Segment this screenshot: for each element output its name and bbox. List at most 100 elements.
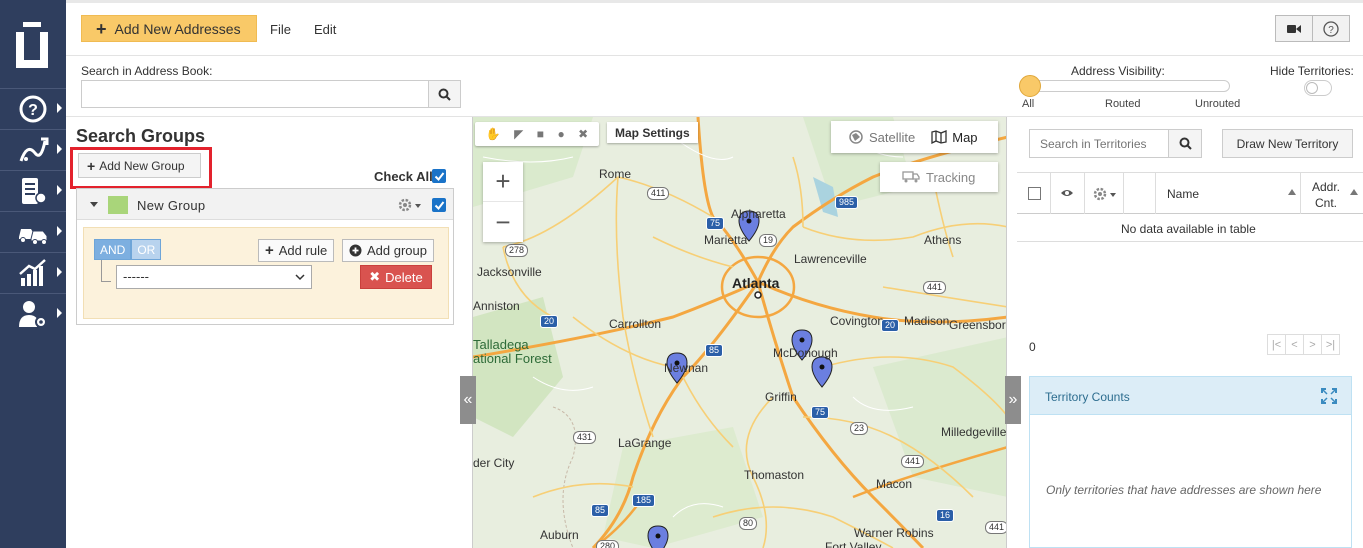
collapse-left-panel-button[interactable]: « xyxy=(460,376,476,424)
place-label: Greensboro xyxy=(949,318,1007,332)
territory-counts-note: Only territories that have addresses are… xyxy=(1046,483,1322,497)
menu-edit[interactable]: Edit xyxy=(314,22,336,37)
map-settings-button[interactable]: Map Settings xyxy=(607,122,698,143)
place-label: Carrollton xyxy=(609,317,662,331)
satellite-option[interactable]: Satellite xyxy=(869,130,915,145)
plus-circle-icon xyxy=(349,244,362,257)
place-label: Thomaston xyxy=(744,468,805,482)
map-pin[interactable] xyxy=(647,525,669,548)
collapse-right-panel-button[interactable]: » xyxy=(1005,376,1021,424)
zoom-out-button[interactable]: − xyxy=(483,202,523,242)
group-checkbox[interactable] xyxy=(432,198,446,212)
visibility-tick-unrouted[interactable]: Unrouted xyxy=(1195,98,1240,110)
satellite-globe-icon xyxy=(849,130,863,144)
column-addr-line2: Cnt. xyxy=(1315,196,1338,210)
address-search-button[interactable] xyxy=(428,80,461,108)
place-label: Anniston xyxy=(473,299,520,313)
nav-help[interactable]: ? xyxy=(0,90,66,128)
page-next-button[interactable]: > xyxy=(1303,334,1322,355)
route-shield: 280 xyxy=(596,540,620,548)
nav-routes[interactable] xyxy=(0,131,66,169)
polygon-tool-icon[interactable]: ◤ xyxy=(514,127,523,141)
visibility-slider-handle[interactable] xyxy=(1019,75,1041,97)
check-all-checkbox[interactable] xyxy=(432,169,446,183)
chevron-down-icon xyxy=(295,274,305,281)
add-new-addresses-label: Add New Addresses xyxy=(114,20,241,37)
circle-tool-icon[interactable]: ● xyxy=(557,127,564,141)
zoom-control: + − xyxy=(483,162,523,242)
truck-icon xyxy=(902,171,920,183)
search-icon xyxy=(1179,137,1192,150)
page-prev-button[interactable]: < xyxy=(1285,334,1304,355)
plus-icon: + xyxy=(265,242,274,259)
place-label: Marietta xyxy=(704,233,748,247)
toggle-knob xyxy=(1306,82,1318,94)
nav-fleet[interactable] xyxy=(0,213,66,251)
clear-tool-icon[interactable]: ✖ xyxy=(578,127,588,141)
delete-rule-button[interactable]: ✖ Delete xyxy=(360,265,432,289)
draw-new-territory-button[interactable]: Draw New Territory xyxy=(1222,129,1353,158)
place-label: Madison xyxy=(904,314,950,328)
place-label: Covington xyxy=(830,314,885,328)
nav-user-settings[interactable] xyxy=(0,295,66,333)
rectangle-tool-icon[interactable]: ■ xyxy=(537,127,544,141)
expand-icon[interactable] xyxy=(1321,388,1337,404)
user-gear-icon xyxy=(19,301,47,328)
zoom-in-button[interactable]: + xyxy=(483,162,523,202)
territory-search-input[interactable] xyxy=(1029,129,1169,158)
map-option[interactable]: Map xyxy=(952,130,977,145)
route-shield: 441 xyxy=(923,281,947,294)
territory-search-button[interactable] xyxy=(1168,129,1202,158)
search-group-header: New Group xyxy=(77,189,453,220)
hand-pan-icon[interactable]: ✋ xyxy=(486,127,501,141)
add-new-addresses-button[interactable]: + Add New Addresses xyxy=(81,15,257,42)
tracking-button[interactable]: Tracking xyxy=(880,162,998,192)
select-all-checkbox[interactable] xyxy=(1028,187,1041,200)
interstate-shield: 985 xyxy=(835,196,859,209)
page-first-button[interactable]: |< xyxy=(1267,334,1286,355)
column-address-count[interactable]: Addr. Cnt. xyxy=(1312,179,1340,211)
add-rule-button[interactable]: + Add rule xyxy=(258,239,335,262)
close-icon: ✖ xyxy=(369,269,381,284)
territory-count: 0 xyxy=(1029,340,1036,354)
visibility-tick-routed[interactable]: Routed xyxy=(1105,98,1140,110)
gear-dropdown-icon[interactable] xyxy=(397,197,423,213)
svg-text:?: ? xyxy=(1328,25,1334,36)
group-color-swatch[interactable] xyxy=(108,196,128,214)
collapse-caret-icon[interactable] xyxy=(90,202,98,207)
group-name[interactable]: New Group xyxy=(137,198,205,213)
checkmark-icon xyxy=(434,171,444,181)
empty-table-message: No data available in table xyxy=(1121,222,1256,236)
app-logo-icon[interactable] xyxy=(14,22,50,68)
visibility-slider-track[interactable] xyxy=(1028,80,1230,92)
nav-analytics[interactable] xyxy=(0,254,66,292)
hide-territories-toggle[interactable] xyxy=(1304,80,1332,96)
help-button[interactable]: ? xyxy=(1312,15,1350,42)
territory-counts-panel: Territory Counts Only territories that h… xyxy=(1029,376,1352,548)
place-label: McDonough xyxy=(773,346,838,360)
route-shield: 411 xyxy=(647,187,670,200)
video-button[interactable] xyxy=(1275,15,1313,42)
gear-dropdown-icon[interactable] xyxy=(1092,186,1118,202)
place-label: Athens xyxy=(924,233,962,247)
rule-field-select[interactable]: ------ xyxy=(116,265,312,289)
top-bar xyxy=(66,0,1363,56)
place-label: Fort Valley xyxy=(825,540,882,548)
menu-file[interactable]: File xyxy=(270,22,291,37)
sort-up-icon[interactable] xyxy=(1288,189,1296,195)
add-group-button[interactable]: Add group xyxy=(342,239,434,262)
nav-addresses[interactable] xyxy=(0,172,66,210)
visibility-tick-all[interactable]: All xyxy=(1022,98,1034,110)
page-last-button[interactable]: >| xyxy=(1321,334,1340,355)
route-shield: 441 xyxy=(985,521,1006,534)
route-shield: 19 xyxy=(759,234,778,247)
eye-icon[interactable] xyxy=(1060,188,1074,198)
sort-up-icon[interactable] xyxy=(1350,189,1358,195)
and-button[interactable]: AND xyxy=(94,239,132,260)
address-search-input[interactable] xyxy=(81,80,429,108)
interstate-shield: 16 xyxy=(936,509,955,522)
or-button[interactable]: OR xyxy=(131,239,162,260)
column-name[interactable]: Name xyxy=(1167,187,1199,201)
rule-builder: AND OR + Add rule Add group ------ ✖ Del… xyxy=(83,227,449,319)
check-all-label: Check All xyxy=(374,169,433,184)
